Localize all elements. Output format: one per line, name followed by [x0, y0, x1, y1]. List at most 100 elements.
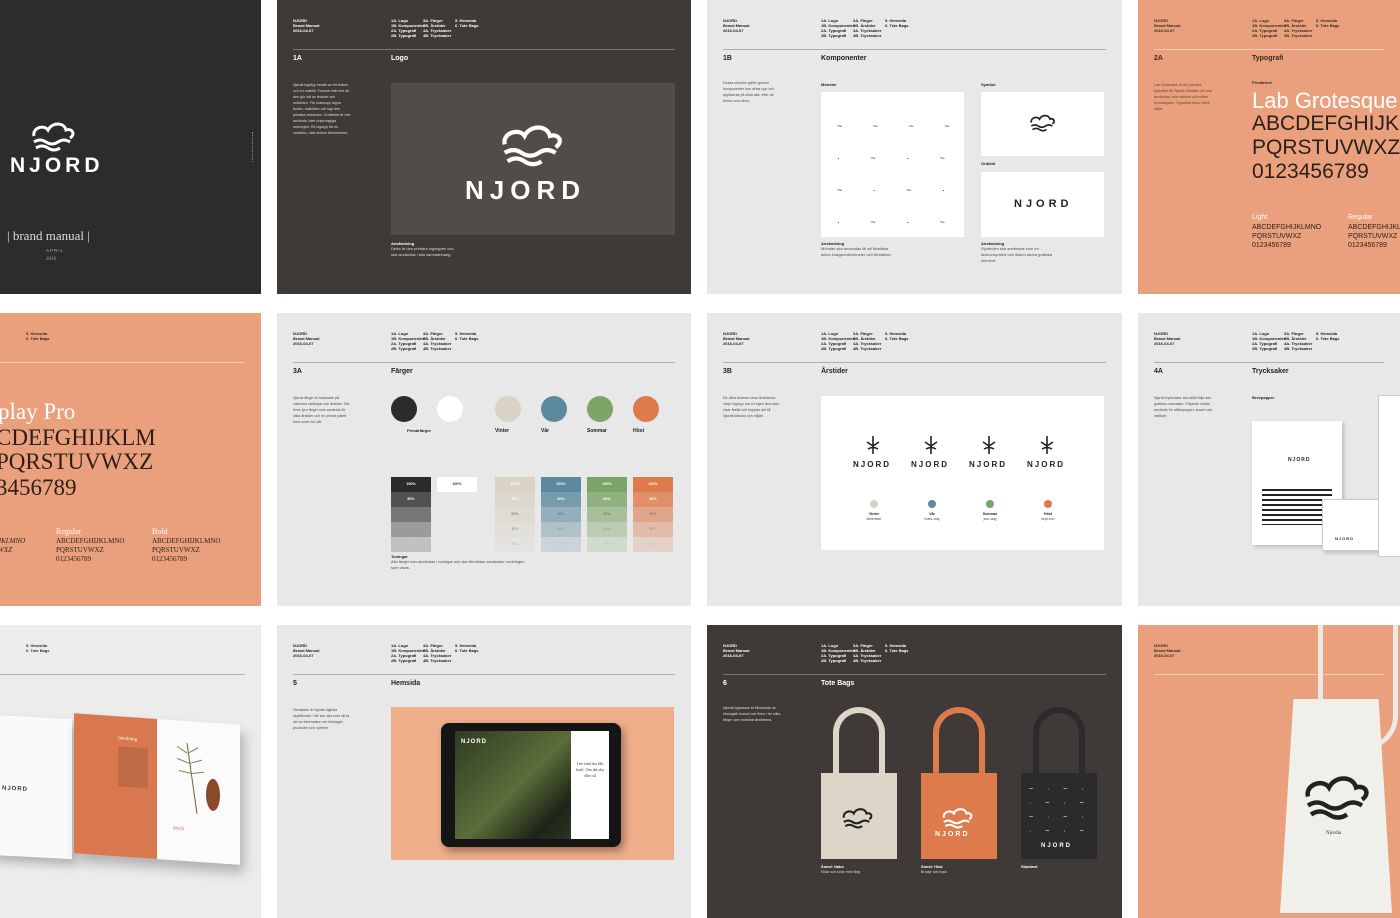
nav-col3: 5. Hemsida 6. Tote Bags	[1316, 18, 1340, 28]
season-icon	[979, 434, 999, 456]
nav-col2: 3A. Färger 3B. Årstider 4A. Trycksaker 4…	[853, 643, 882, 663]
tint-swatch: 100%	[633, 477, 673, 492]
season-glyph-icon	[924, 436, 938, 454]
season-dot	[986, 500, 994, 508]
panel-components: NJORD Brand Manual 2016-04-07 1A. Logo 1…	[707, 0, 1122, 294]
showcase-wordmark: NJORD	[465, 175, 587, 205]
njord-logo-icon	[942, 808, 973, 829]
season-glyph-icon	[1040, 436, 1054, 454]
serif-weight-regular: Regular	[56, 527, 82, 536]
font-digits: 0123456789	[1252, 160, 1369, 183]
season-wordmark: NJORD	[911, 460, 950, 469]
pattern-marks: ~ ~ ~ ~ · ~ · ~ ~ · ~ · · ~ · ~	[837, 121, 964, 227]
symbol-card	[981, 92, 1104, 156]
site-logo: NJORD	[461, 739, 488, 745]
primary-colors-label: Primärfärger	[407, 428, 432, 433]
season-color-circle	[633, 396, 659, 422]
tint-swatch: 40%	[391, 522, 431, 537]
booklet-caption: dryck	[173, 826, 185, 832]
njord-logo-icon	[32, 122, 75, 152]
nav-col1: 1A. Logo 1B. Komponenter 2A. Typografi 2…	[821, 643, 855, 663]
tote-wordmark: NJORD	[1041, 843, 1073, 849]
panel-logo: NJORD Brand Manual 2016-04-07 1A. Logo 1…	[277, 0, 691, 294]
season-dot	[870, 500, 878, 508]
weight-light-sample: ABCDEFGHIJKLMNO PQRSTUVWXZ 0123456789	[1252, 223, 1321, 250]
tint-swatch: 20%	[541, 537, 581, 552]
nav-col2: 3A. Färger 3B. Årstider 4A. Trycksaker 4…	[423, 643, 452, 663]
weight-regular: Regular	[1348, 214, 1373, 221]
season-sub: juni–aug	[983, 517, 997, 521]
nav-col1: 1A. Logo 1B. Komponenter 2A. Typografi 2…	[391, 18, 425, 38]
tote-caption-sub: Eklar och kulor med färg	[821, 870, 860, 874]
sample-line: PQRSTUVWXZ	[152, 546, 200, 554]
photo-bag-label: Njordia	[1326, 831, 1342, 836]
divider	[1154, 362, 1384, 363]
serif-digits: 3456789	[0, 475, 77, 500]
pattern-label: Mönster	[821, 82, 837, 87]
tint-swatch: 40%	[633, 522, 673, 537]
tote-logo	[841, 805, 875, 829]
booklet-left-page: NJORD	[0, 714, 72, 860]
nav-col3: 5. Hemsida 6. Tote Bags	[885, 18, 909, 28]
season-sub: december	[866, 517, 882, 521]
photo-bag: Njordia	[1280, 699, 1392, 913]
colors-body: Njords färger är baserade på naturens vä…	[293, 396, 350, 424]
tints-body: Alla färger kan användas i toningar och …	[391, 559, 525, 570]
tint-swatch: 80%	[495, 492, 535, 507]
panel-typography-serif: 5. Hemsida 6. Tote Bags play Pro CDEFGHI…	[0, 313, 261, 606]
season-sub: mars–maj	[924, 517, 940, 521]
season-color-name: Höst	[633, 428, 645, 434]
tote-body: Njords tygkassar är tillverkade av ekolo…	[723, 706, 781, 722]
nav-col2: 3A. Färger 3B. Årstider 4A. Trycksaker 4…	[423, 331, 452, 351]
serif-upper-2: PQRSTUVWXZ	[0, 449, 154, 474]
nav-col2: 3A. Färger 3B. Årstider 4A. Trycksaker 4…	[853, 331, 882, 351]
njord-logo-icon	[502, 125, 562, 167]
divider	[1154, 49, 1384, 50]
tint-swatch: 80%	[541, 492, 581, 507]
wordmark-label: Ordbild	[981, 161, 996, 166]
weight-light: Light	[1252, 214, 1268, 221]
date-header: NJORD Brand Manual 2016-04-07	[293, 643, 320, 658]
weight-regular-sample: ABCDEFGHIJKLMNO PQRSTUVWXZ 0123456789	[1348, 223, 1400, 250]
tint-swatch: 80%	[391, 492, 431, 507]
swatch-white	[437, 396, 463, 422]
tint-swatch: 60%	[587, 507, 627, 522]
tote-bag	[821, 773, 897, 859]
envelope-large	[1378, 395, 1400, 557]
season-glyph-icon	[982, 436, 996, 454]
tote-logo	[941, 805, 975, 829]
panel-cover: NJORD | brand manual | APRIL 2016	[0, 0, 261, 294]
tint-swatch: 100%	[541, 477, 581, 492]
divider	[293, 362, 675, 363]
season-wordmark: NJORD	[1027, 460, 1066, 469]
primary-label: Primärtext	[1252, 80, 1272, 85]
divider	[0, 674, 245, 675]
pattern-card: ~ ~ ~ ~ · ~ · ~ ~ · ~ · · ~ · ~	[821, 92, 964, 237]
site-text-panel: I en vind ska blir kraft. Om det ska ell…	[571, 731, 609, 839]
panel-tote-bags: NJORD Brand Manual 2016-04-07 1A. Logo 1…	[707, 625, 1122, 918]
panel-seasons: NJORD Brand Manual 2016-04-07 1A. Logo 1…	[707, 313, 1122, 606]
nav-col3: 5. Hemsida 6. Tote Bags	[455, 331, 479, 341]
italic-sample: JKLMNO WXZ	[0, 537, 25, 555]
nav-col3: 5. Hemsida 6. Tote Bags	[885, 643, 909, 653]
sample-line: ABCDEFGHIJKLMNO	[1348, 224, 1400, 231]
section-title: Logo	[391, 55, 409, 62]
sample-line: ABCDEFGHIJKLMNO	[1252, 224, 1322, 231]
section-id: 2A	[1154, 55, 1163, 62]
print-body: Njords trycksaker ska alltid följa den g…	[1154, 396, 1213, 418]
section-id: 6	[723, 680, 727, 687]
divider	[293, 49, 675, 50]
section-title: Hemsida	[391, 680, 421, 687]
tint-swatch: 100%	[587, 477, 627, 492]
tint-swatch: 20%	[587, 537, 627, 552]
swatch-black	[391, 396, 417, 422]
font-name: Lab Grotesque	[1252, 88, 1398, 113]
usage-body: Detta är den primära logotypen och ska a…	[391, 246, 454, 257]
nav-col3: 5. Hemsida 6. Tote Bags	[455, 643, 479, 653]
season-name: Vår	[929, 512, 935, 516]
cover-month: APRIL	[46, 248, 65, 253]
season-color-circle	[495, 396, 521, 422]
season-name: Vinter	[868, 512, 880, 516]
date-header: NJORD Brand Manual 2016-04-07	[723, 643, 750, 658]
section-title: Trycksaker	[1252, 368, 1289, 375]
